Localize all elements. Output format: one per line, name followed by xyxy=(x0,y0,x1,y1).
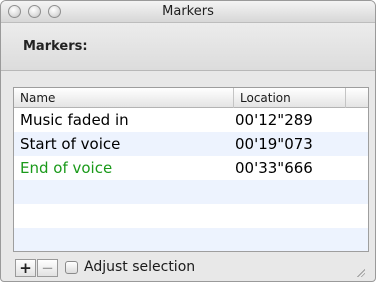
adjust-selection-label[interactable]: Adjust selection xyxy=(84,259,195,275)
marker-location: 00'12"289 xyxy=(235,111,313,129)
marker-location: 00'33"666 xyxy=(235,159,313,177)
marker-name: End of voice xyxy=(20,159,113,177)
table-row[interactable]: Start of voice 00'19"073 xyxy=(14,132,368,156)
resize-grip-icon[interactable] xyxy=(355,267,365,277)
footer-bar: + − Adjust selection xyxy=(13,256,369,280)
adjust-selection-checkbox[interactable] xyxy=(65,261,78,274)
window-title: Markers xyxy=(162,4,214,19)
empty-row xyxy=(14,228,368,251)
column-header-name[interactable]: Name xyxy=(14,88,234,108)
column-header-empty xyxy=(346,88,368,108)
markers-header: Markers: xyxy=(1,23,375,71)
marker-name: Music faded in xyxy=(20,111,129,129)
add-marker-button[interactable]: + xyxy=(15,259,36,277)
empty-row xyxy=(14,180,368,204)
markers-window: Markers Markers: Name Location Music fad… xyxy=(0,0,376,282)
title-bar[interactable]: Markers xyxy=(1,1,375,23)
table-header: Name Location xyxy=(14,88,368,108)
markers-label: Markers: xyxy=(23,39,88,54)
empty-row xyxy=(14,204,368,228)
markers-table: Name Location Music faded in 00'12"289 S… xyxy=(13,87,369,252)
table-row[interactable]: Music faded in 00'12"289 xyxy=(14,108,368,132)
marker-name: Start of voice xyxy=(20,135,121,153)
table-row[interactable]: End of voice 00'33"666 xyxy=(14,156,368,180)
column-header-location[interactable]: Location xyxy=(234,88,346,108)
marker-location: 00'19"073 xyxy=(235,135,313,153)
remove-marker-button[interactable]: − xyxy=(37,259,58,277)
